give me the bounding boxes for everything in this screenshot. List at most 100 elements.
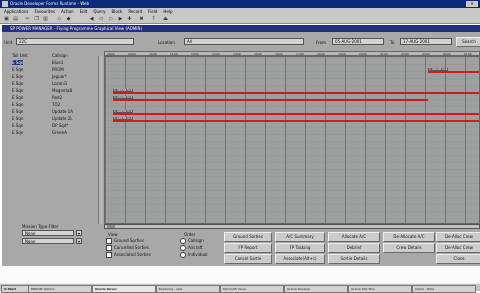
taskbar-item[interactable]: Oracle Develop	[284, 285, 348, 293]
copy-icon[interactable]: ❐	[33, 16, 40, 23]
row-tail-unit[interactable]: E Sqn	[12, 130, 23, 135]
save-icon[interactable]: ▣	[3, 16, 10, 23]
row-callsign[interactable]: Red2	[52, 95, 62, 100]
sortie-label[interactable]: 1 0903E N 2	[113, 96, 134, 99]
exit-icon[interactable]: ⏏	[162, 16, 169, 23]
row-callsign[interactable]: Magenta8	[52, 88, 72, 93]
taskbar-item[interactable]: Microsoft Visua	[220, 285, 284, 293]
list-scrollbar[interactable]	[98, 56, 103, 224]
row-tail-unit[interactable]: E Sqn	[12, 102, 23, 107]
row-callsign[interactable]: Lozani1	[52, 81, 67, 86]
execute-icon[interactable]: ◆	[65, 16, 72, 23]
taskbar-item[interactable]: Calcul - Note	[412, 285, 476, 293]
taskbar-item[interactable]: Exploring - spal	[156, 285, 220, 293]
to-date-field[interactable]: 17-AUG-2001	[400, 38, 452, 45]
ground-sorties-checkbox[interactable]: Ground Sorties	[106, 238, 144, 244]
sortie-label[interactable]: 1 0903E N 2	[113, 89, 134, 92]
app-icon	[2, 1, 8, 7]
menu-item-favourites[interactable]: Favourites	[34, 9, 55, 14]
sortie-bar[interactable]	[428, 71, 479, 73]
from-date-field[interactable]: 05-AUG-2001	[332, 38, 384, 45]
debrief-button[interactable]: Debrief	[328, 243, 380, 253]
row-tail-unit[interactable]: E Sqn	[12, 95, 23, 100]
sortie-bar[interactable]	[113, 92, 479, 94]
row-callsign[interactable]: Jaguar*	[52, 74, 67, 79]
prev-record-icon[interactable]: ◁	[97, 16, 104, 23]
taskbar-item[interactable]: PROOM: Netsca	[28, 285, 92, 293]
ac-summary-button[interactable]: A/C Summary	[275, 232, 325, 242]
fp-report-button[interactable]: FP Report	[224, 243, 272, 253]
row-callsign[interactable]: Blue1	[52, 60, 63, 65]
taskbar-item[interactable]: Oracle SQL Plus	[348, 285, 412, 293]
row-tail-unit[interactable]: E Sqn	[12, 67, 23, 72]
row-tail-unit[interactable]: E Sqn	[12, 74, 23, 79]
menu-item-record[interactable]: Record	[128, 9, 142, 14]
timeline-scrollbar[interactable]	[104, 224, 480, 229]
deallocate-ac-button[interactable]: De-Allocate A/C	[383, 232, 435, 242]
menu-item-query[interactable]: Query	[93, 9, 105, 14]
row-tail-unit[interactable]: E Sqn	[12, 123, 23, 128]
close-button[interactable]: Close	[436, 254, 480, 264]
menu-item-block[interactable]: Block	[111, 9, 122, 14]
row-callsign[interactable]: GreenA	[52, 130, 67, 135]
cancel-sortie-button[interactable]: Cancel Sortie	[224, 254, 272, 264]
last-record-icon[interactable]: ▶	[117, 16, 124, 23]
cancelled-sorties-checkbox[interactable]: Cancelled Sorties	[106, 245, 149, 251]
sortie-bar[interactable]	[113, 120, 479, 122]
form-title: SP POWER MANAGER - Flying Programme Grap…	[10, 26, 143, 31]
mission-type-field-2[interactable]: None	[22, 238, 74, 244]
unit-field[interactable]: 22C	[16, 38, 134, 45]
ground-sorties-button[interactable]: Ground Sorties	[224, 232, 272, 242]
order-aircraft-radio[interactable]: Aircraft	[180, 245, 203, 251]
scroll-thumb[interactable]	[107, 225, 115, 228]
sortie-label[interactable]: 1 0903E N 2	[113, 110, 134, 113]
fp-tasking-button[interactable]: FP Tasking	[275, 243, 325, 253]
print-icon[interactable]: ▤	[12, 16, 19, 23]
menu-item-action[interactable]: Action	[61, 9, 74, 14]
order-callsign-radio[interactable]: Callsign	[180, 238, 204, 244]
first-record-icon[interactable]: ◀	[88, 16, 95, 23]
menu-item-field[interactable]: Field	[148, 9, 157, 14]
search-button[interactable]: Search	[456, 37, 480, 47]
query-icon[interactable]: ◇	[56, 16, 63, 23]
row-tail-unit[interactable]: E Sqn	[12, 109, 23, 114]
chevron-down-icon[interactable]: ▾	[76, 238, 82, 244]
menu-item-help[interactable]: Help	[163, 9, 172, 14]
flying-programme-grid[interactable]: 1 0903E N 2 1 0903E N 2 1 0903E N 2 1 0903E…	[104, 56, 480, 224]
row-callsign[interactable]: DP Sqd*	[52, 123, 68, 128]
delete-record-icon[interactable]: ✖	[138, 16, 145, 23]
row-tail-unit[interactable]: E Sqn	[12, 60, 24, 65]
order-individual-radio[interactable]: Individual	[180, 252, 207, 258]
start-button[interactable]: ⊞ Start	[1, 285, 29, 293]
row-tail-unit[interactable]: E Sqn	[12, 116, 23, 121]
chevron-down-icon[interactable]: ▾	[76, 230, 82, 236]
row-callsign[interactable]: PROM	[52, 67, 64, 72]
row-callsign[interactable]: Update 1A	[52, 109, 73, 114]
sortie-label[interactable]: 1 0903E N 2	[428, 68, 449, 71]
row-tail-unit[interactable]: E Sqn	[12, 81, 23, 86]
row-tail-unit[interactable]: E Sqn	[12, 88, 23, 93]
dealloc-crew-button[interactable]: De-Alloc Crew	[436, 232, 480, 242]
sortie-bar[interactable]	[113, 99, 428, 101]
next-record-icon[interactable]: ▷	[108, 16, 115, 23]
location-field[interactable]: All	[184, 38, 304, 45]
dealloc-crew-button-2[interactable]: De-Alloc Crew	[436, 243, 480, 253]
row-callsign[interactable]: TO2	[52, 102, 60, 107]
sortie-details-button[interactable]: Sortie Details	[328, 254, 380, 264]
sortie-label[interactable]: 1 0903E N 2	[113, 117, 134, 120]
help-icon[interactable]: ?	[150, 16, 157, 23]
paste-icon[interactable]: ▥	[42, 16, 49, 23]
cut-icon[interactable]: ✂	[24, 16, 31, 23]
menu-item-applications[interactable]: Applications	[4, 9, 28, 14]
menu-item-edit[interactable]: Edit	[80, 9, 88, 14]
mission-type-field-1[interactable]: None	[22, 230, 74, 236]
associate-button[interactable]: Associate(Alt+c)	[275, 254, 325, 264]
crew-details-button[interactable]: Crew Details	[383, 243, 435, 253]
insert-record-icon[interactable]: ✚	[126, 16, 133, 23]
window-close-button[interactable]: ✕	[466, 1, 478, 7]
taskbar-item[interactable]: Oracle Devel	[92, 285, 156, 293]
row-callsign[interactable]: Update 2L	[52, 116, 73, 121]
sortie-bar[interactable]	[113, 113, 479, 115]
allocate-ac-button[interactable]: Allocate A/C	[328, 232, 380, 242]
associated-sorties-checkbox[interactable]: Associated Sorties	[106, 252, 151, 258]
